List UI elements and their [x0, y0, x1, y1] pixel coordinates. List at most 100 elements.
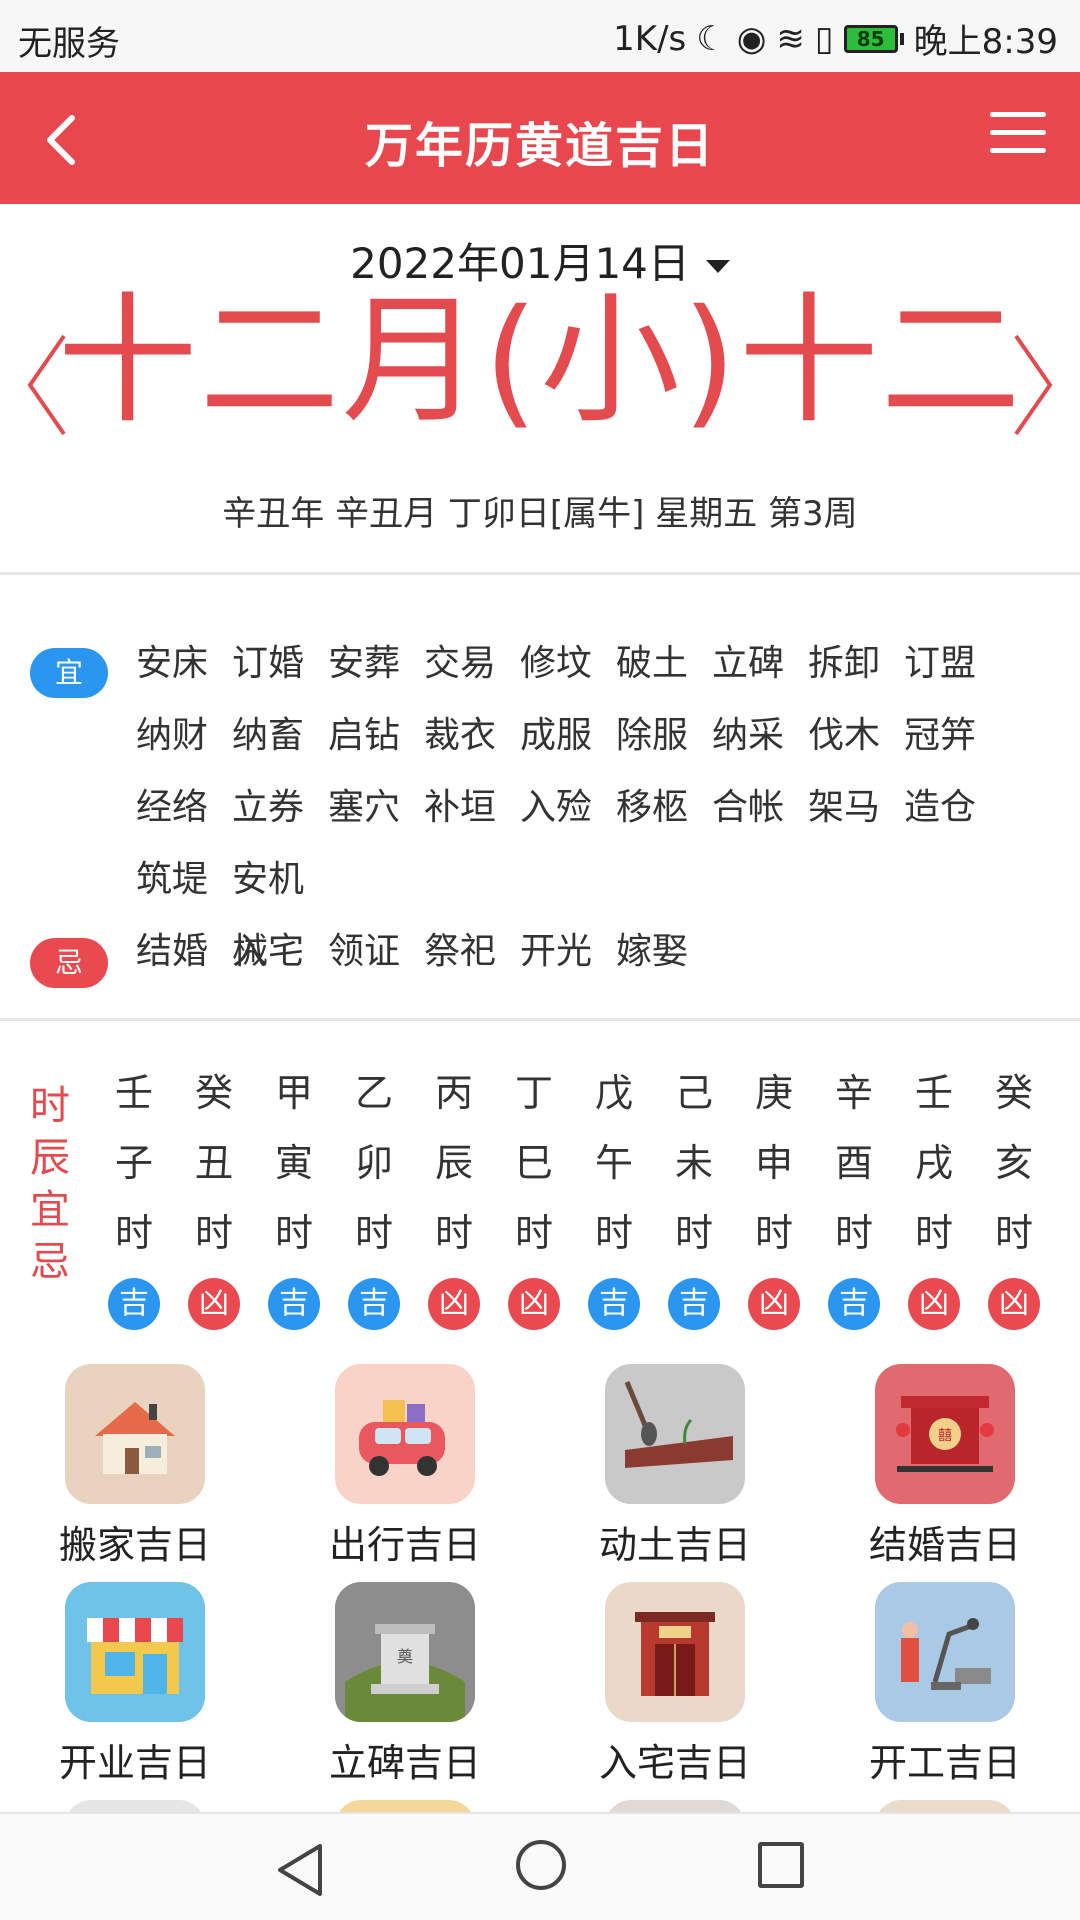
category-item[interactable]: 开工吉日 — [810, 1582, 1080, 1800]
battery-level: 85 — [843, 24, 898, 53]
shichen-stem: 癸 — [194, 1071, 233, 1115]
category-item[interactable]: 开业吉日 — [0, 1582, 270, 1800]
next-day-button[interactable] — [1006, 330, 1056, 440]
ganzhi-info: 辛丑年 辛丑月 丁卯日[属牛] 星期五 第3周 — [222, 494, 858, 534]
yi-item: 订盟 — [904, 643, 977, 684]
shichen-branch: 申 — [754, 1141, 793, 1185]
ji-item: 领证 — [328, 931, 401, 972]
shichen-column: 辛酉时吉 — [814, 1058, 894, 1330]
wedding-sedan-icon: 囍 — [875, 1364, 1015, 1504]
yi-item: 移柩 — [616, 787, 689, 828]
good-badge: 吉 — [108, 1278, 160, 1330]
shichen-stem: 戊 — [594, 1071, 633, 1115]
ji-badge: 忌 — [30, 938, 108, 988]
category-label: 入宅吉日 — [598, 1741, 751, 1785]
shichen-branch: 子 — [114, 1141, 153, 1185]
yi-item: 破土 — [616, 643, 689, 684]
caret-down-icon — [705, 260, 730, 273]
yi-item: 立券 — [232, 787, 305, 828]
shichen-branch: 酉 — [834, 1141, 873, 1185]
moon-icon: ☾ — [696, 18, 727, 59]
category-item[interactable]: 奠立碑吉日 — [270, 1582, 540, 1800]
category-grid: 搬家吉日 出行吉日 动土吉日囍结婚吉日 开业吉日奠立碑吉日 入宅吉日 开工吉日 — [0, 1364, 1080, 1800]
yi-item: 成服 — [520, 715, 593, 756]
shichen-column: 丁巳时凶 — [494, 1058, 574, 1330]
ji-list: 结婚 入宅 领证 祭祀 开光 嫁娶 — [136, 916, 1056, 988]
app-bar: 万年历黄道吉日 — [0, 72, 1080, 204]
shichen-hour: 时 — [834, 1211, 873, 1255]
house-icon — [65, 1364, 205, 1504]
category-label: 立碑吉日 — [328, 1741, 481, 1785]
shovel-icon — [605, 1364, 745, 1504]
category-label: 动土吉日 — [598, 1523, 751, 1567]
shichen-branch: 未 — [674, 1141, 713, 1185]
shichen-stem: 辛 — [834, 1071, 873, 1115]
category-label: 开业吉日 — [58, 1741, 211, 1785]
bad-badge: 凶 — [748, 1278, 800, 1330]
svg-text:奠: 奠 — [397, 1647, 413, 1666]
shichen-hour: 时 — [674, 1211, 713, 1255]
good-badge: 吉 — [828, 1278, 880, 1330]
category-label: 出行吉日 — [328, 1523, 481, 1567]
eye-icon: ◉ — [736, 18, 767, 59]
shichen-column: 己未时吉 — [654, 1058, 734, 1330]
yi-item: 拆卸 — [808, 643, 881, 684]
yi-item: 除服 — [616, 715, 689, 756]
nav-recents-button[interactable] — [758, 1842, 804, 1888]
shop-icon — [65, 1582, 205, 1722]
status-indicators: 1K/s ☾ ◉ ≋ ▯ 85 晚上8:39 — [613, 14, 1058, 63]
shichen-hour: 时 — [194, 1211, 233, 1255]
menu-button[interactable] — [990, 112, 1046, 162]
good-badge: 吉 — [668, 1278, 720, 1330]
yi-badge: 宜 — [30, 648, 108, 698]
ji-item: 开光 — [520, 931, 593, 972]
yi-item: 纳财 — [136, 715, 209, 756]
nav-home-button[interactable] — [516, 1840, 566, 1890]
category-item[interactable]: 动土吉日 — [540, 1364, 810, 1582]
yi-item: 塞穴 — [328, 787, 401, 828]
shichen-stem: 癸 — [994, 1071, 1033, 1115]
ji-item: 结婚 — [136, 931, 209, 972]
category-label: 搬家吉日 — [58, 1523, 211, 1567]
page-title: 万年历黄道吉日 — [364, 118, 715, 174]
system-nav-bar — [0, 1812, 1080, 1920]
shichen-stem: 甲 — [274, 1071, 313, 1115]
shichen-column: 戊午时吉 — [574, 1058, 654, 1330]
shichen-column: 丙辰时凶 — [414, 1058, 494, 1330]
nav-back-button[interactable] — [274, 1842, 326, 1898]
shichen-stem: 庚 — [754, 1071, 793, 1115]
shichen-hour: 时 — [514, 1211, 553, 1255]
shichen-grid: 壬子时吉癸丑时凶甲寅时吉乙卯时吉丙辰时凶丁巳时凶戊午时吉己未时吉庚申时凶辛酉时吉… — [94, 1058, 1054, 1330]
sim-alert-icon: ▯ — [814, 18, 834, 59]
yi-item: 裁衣 — [424, 715, 497, 756]
clock: 晚上8:39 — [913, 22, 1058, 62]
category-item[interactable]: 出行吉日 — [270, 1364, 540, 1582]
divider — [0, 572, 1080, 575]
shichen-stem: 壬 — [114, 1071, 153, 1115]
category-label: 开工吉日 — [868, 1741, 1021, 1785]
shichen-column: 癸丑时凶 — [174, 1058, 254, 1330]
battery-icon: 85 — [843, 24, 904, 53]
good-badge: 吉 — [268, 1278, 320, 1330]
gate-icon — [605, 1582, 745, 1722]
shichen-stem: 己 — [674, 1071, 713, 1115]
bad-badge: 凶 — [508, 1278, 560, 1330]
shichen-hour: 时 — [114, 1211, 153, 1255]
shichen-branch: 戌 — [914, 1141, 953, 1185]
category-item[interactable]: 入宅吉日 — [540, 1582, 810, 1800]
ji-item: 嫁娶 — [616, 931, 689, 972]
shichen-label-char: 辰 — [30, 1135, 70, 1181]
svg-text:囍: 囍 — [938, 1428, 952, 1444]
category-item[interactable]: 囍结婚吉日 — [810, 1364, 1080, 1582]
shichen-branch: 巳 — [514, 1141, 553, 1185]
yi-item: 入殓 — [520, 787, 593, 828]
yi-item: 订婚 — [232, 643, 305, 684]
shichen-label-char: 时 — [30, 1083, 70, 1129]
shichen-stem: 乙 — [354, 1071, 393, 1115]
shichen-label-char: 宜 — [30, 1187, 70, 1233]
wifi-icon: ≋ — [776, 18, 805, 59]
shichen-branch: 辰 — [434, 1141, 473, 1185]
category-item[interactable]: 搬家吉日 — [0, 1364, 270, 1582]
shichen-label: 时辰宜忌 — [26, 1080, 74, 1288]
network-speed: 1K/s — [613, 18, 687, 59]
